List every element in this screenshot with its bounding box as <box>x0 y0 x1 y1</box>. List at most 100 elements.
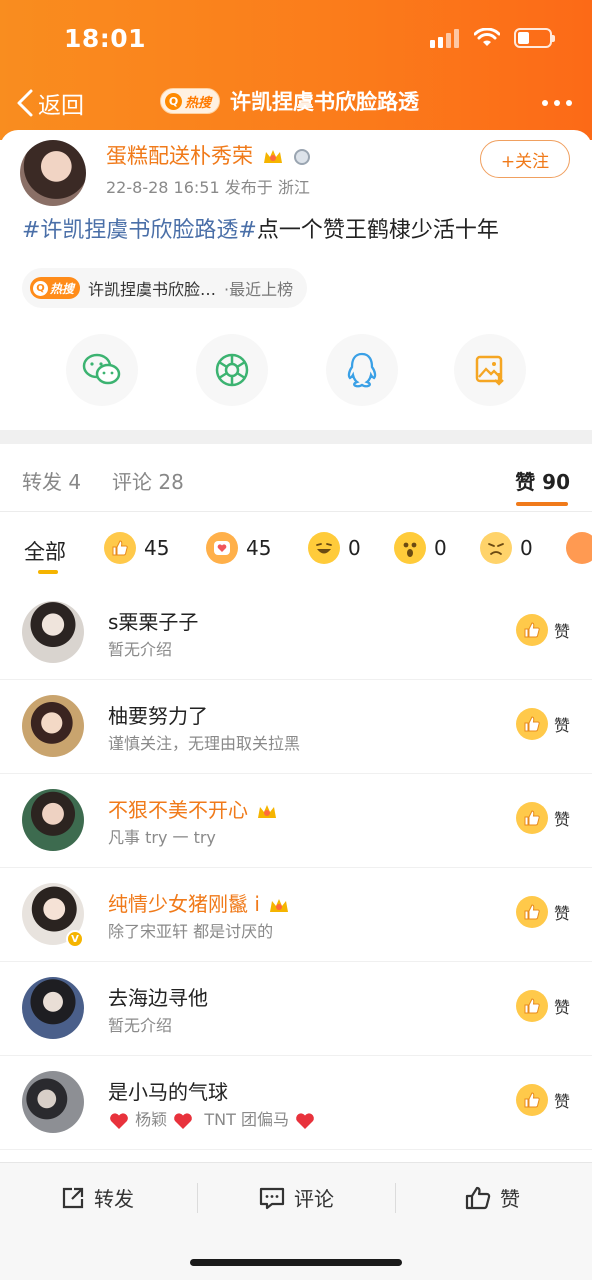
liked-indicator: 赞 <box>515 990 570 1022</box>
like-label: 赞 <box>553 1092 570 1111</box>
post-body: 点一个赞王鹤棣少活十年 <box>256 218 499 243</box>
filter-all-indicator <box>38 570 58 574</box>
battery-icon <box>514 28 555 48</box>
list-item[interactable]: s栗栗子子 暂无介绍 赞 <box>0 586 592 680</box>
hot-chip-text: 许凯捏虞书欣脸… <box>88 280 217 299</box>
top-header: 18:01 返回 Q 热搜 许凯捏虞书欣脸路透 <box>0 0 592 140</box>
search-icon: Q <box>33 280 48 296</box>
tab-likes[interactable]: 赞 90 <box>515 466 570 495</box>
more-icon[interactable] <box>542 100 572 106</box>
list-item[interactable]: 是小马的气球 杨颖 TNT 团偏马 赞 <box>0 1056 592 1150</box>
filter-thumbs-up[interactable]: 45 <box>104 532 169 564</box>
like-label: 赞 <box>553 716 570 735</box>
user-bio: 除了宋亚轩 都是讨厌的 <box>108 922 274 941</box>
post-hashtag[interactable]: #许凯捏虞书欣脸路透# <box>22 218 257 243</box>
user-name[interactable]: 纯情少女猪刚鬣 i <box>108 888 290 917</box>
avatar[interactable] <box>22 789 84 851</box>
filter-all[interactable]: 全部 <box>24 536 66 566</box>
avatar[interactable] <box>22 695 84 757</box>
avatar[interactable] <box>22 977 84 1039</box>
filter-surprised[interactable]: 0 <box>394 532 447 564</box>
tab-comments[interactable]: 评论 28 <box>112 466 184 495</box>
hot-topic-chip[interactable]: Q 热搜 许凯捏虞书欣脸… ·最近上榜 <box>22 268 308 308</box>
user-name[interactable]: s栗栗子子 <box>108 606 198 635</box>
author-avatar[interactable] <box>20 140 86 206</box>
save-image-button[interactable] <box>454 334 526 406</box>
user-name[interactable]: 是小马的气球 <box>108 1076 228 1105</box>
hot-search-badge: Q 热搜 <box>160 88 221 114</box>
battery-level <box>518 32 529 44</box>
share-qq-button[interactable] <box>326 334 398 406</box>
reaction-filter: 全部 45 45 0 0 0 <box>0 512 592 586</box>
list-item[interactable]: 柚要努力了 谨慎关注，无理由取关拉黑 赞 <box>0 680 592 774</box>
back-button[interactable]: 返回 <box>14 86 84 120</box>
list-item[interactable]: V 纯情少女猪刚鬣 i 除了宋亚轩 都是讨厌的 赞 <box>0 868 592 962</box>
comment-icon <box>259 1187 285 1209</box>
thumbs-up-emoji-icon <box>104 532 136 564</box>
thumbs-up-emoji-icon <box>515 1084 548 1116</box>
thumbs-up-icon <box>465 1186 491 1209</box>
like-button[interactable]: 赞 <box>464 1183 520 1212</box>
follow-button[interactable]: +关注 <box>480 140 570 178</box>
interaction-tabs: 转发 4 评论 28 赞 90 <box>0 444 592 512</box>
wifi-icon <box>474 28 500 46</box>
crown-icon <box>263 150 282 163</box>
like-label: 赞 <box>553 810 570 829</box>
qq-icon <box>347 352 377 388</box>
liked-indicator: 赞 <box>515 802 570 834</box>
home-indicator <box>190 1259 402 1266</box>
chevron-left-icon <box>17 89 33 117</box>
tab-reposts[interactable]: 转发 4 <box>22 466 81 495</box>
avatar[interactable] <box>22 601 84 663</box>
status-time: 18:01 <box>64 24 147 53</box>
angry-emoji-icon <box>566 532 592 564</box>
user-name[interactable]: 不狠不美不开心 <box>108 794 278 823</box>
author-name-wrap[interactable]: 蛋糕配送朴秀荣 <box>106 140 311 170</box>
user-name[interactable]: 柚要努力了 <box>108 700 208 729</box>
filter-sad[interactable]: 0 <box>480 532 533 564</box>
hot-badge-label: 热搜 <box>185 95 212 111</box>
surprised-emoji-icon <box>394 532 426 564</box>
thumbs-up-emoji-icon <box>515 896 548 928</box>
back-label: 返回 <box>38 93 84 119</box>
avatar[interactable] <box>22 1071 84 1133</box>
liked-indicator: 赞 <box>515 614 570 646</box>
crown-icon <box>258 804 277 818</box>
page-title: 许凯捏虞书欣脸路透 <box>230 90 420 114</box>
verified-badge-icon: V <box>66 930 84 948</box>
bottom-action-bar: 转发 评论 赞 <box>0 1162 592 1280</box>
comment-button[interactable]: 评论 <box>258 1183 334 1212</box>
heart-icon <box>174 1112 193 1129</box>
repost-button[interactable]: 转发 <box>60 1183 134 1212</box>
share-row <box>0 334 592 406</box>
user-bio: 谨慎关注，无理由取关拉黑 <box>108 734 301 753</box>
filter-more-reaction[interactable] <box>566 532 592 564</box>
post-card: 蛋糕配送朴秀荣 22-8-28 16:51 发布于 浙江 +关注 #许凯捏虞书欣… <box>0 130 592 430</box>
filter-heart[interactable]: 45 <box>206 532 271 564</box>
nav-title: Q 热搜 许凯捏虞书欣脸路透 <box>160 86 419 116</box>
medal-icon <box>294 149 311 165</box>
user-bio: 杨颖 TNT 团偏马 <box>108 1106 316 1131</box>
share-wechat-button[interactable] <box>66 334 138 406</box>
list-item[interactable]: 去海边寻他 暂无介绍 赞 <box>0 962 592 1056</box>
crown-icon <box>270 898 289 912</box>
section-divider <box>0 430 592 444</box>
user-bio: 凡事 try 一 try <box>108 828 216 847</box>
search-icon: Q <box>165 92 182 110</box>
status-icons <box>430 28 555 48</box>
bar-separator <box>395 1183 396 1213</box>
thumbs-up-emoji-icon <box>515 708 548 740</box>
thumbs-up-emoji-icon <box>515 614 548 646</box>
list-item[interactable]: 不狠不美不开心 凡事 try 一 try 赞 <box>0 774 592 868</box>
share-moments-button[interactable] <box>196 334 268 406</box>
hot-chip-badge: Q 热搜 <box>30 277 81 299</box>
like-label: 赞 <box>553 998 570 1017</box>
author-name: 蛋糕配送朴秀荣 <box>106 144 253 168</box>
wechat-icon <box>82 353 121 385</box>
user-name[interactable]: 去海边寻他 <box>108 982 208 1011</box>
filter-laugh[interactable]: 0 <box>308 532 361 564</box>
hot-chip-sub: ·最近上榜 <box>224 280 294 299</box>
bar-separator <box>197 1183 198 1213</box>
like-label: 赞 <box>553 622 570 641</box>
liked-indicator: 赞 <box>515 896 570 928</box>
